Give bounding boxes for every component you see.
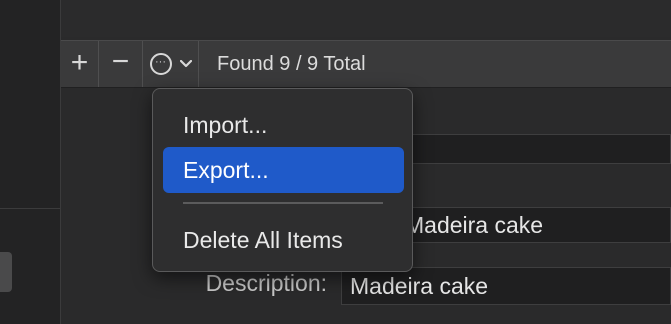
options-menu-button[interactable]: ···	[143, 41, 199, 87]
plus-icon: +	[70, 45, 89, 79]
search-result-status: Found 9 / 9 Total	[217, 52, 366, 75]
menu-item-import[interactable]: Import...	[163, 102, 404, 148]
ellipsis-circle-icon: ···	[149, 53, 172, 75]
sidebar	[0, 0, 61, 324]
toolbar: + − ··· Found 9 / 9 Total	[61, 40, 671, 88]
name-field-value: Madeira cake	[405, 211, 544, 238]
field-1[interactable]	[396, 134, 671, 164]
menu-item-export[interactable]: Export...	[163, 147, 404, 193]
add-button[interactable]: +	[61, 41, 99, 87]
minus-icon: −	[111, 45, 130, 78]
description-field[interactable]: Madeira cake	[341, 267, 671, 305]
chevron-down-icon	[179, 55, 192, 73]
sidebar-divider	[0, 208, 60, 209]
name-field[interactable]: Madeira cake	[396, 207, 671, 243]
options-dropdown-menu: Import... Export... Delete All Items	[152, 88, 413, 272]
description-label: Description:	[205, 270, 327, 296]
window-titlebar	[61, 0, 671, 37]
description-field-value: Madeira cake	[350, 272, 489, 299]
menu-item-delete-all[interactable]: Delete All Items	[163, 217, 404, 263]
sidebar-resize-handle[interactable]	[0, 252, 12, 292]
menu-separator	[183, 202, 383, 204]
remove-button[interactable]: −	[99, 41, 143, 87]
